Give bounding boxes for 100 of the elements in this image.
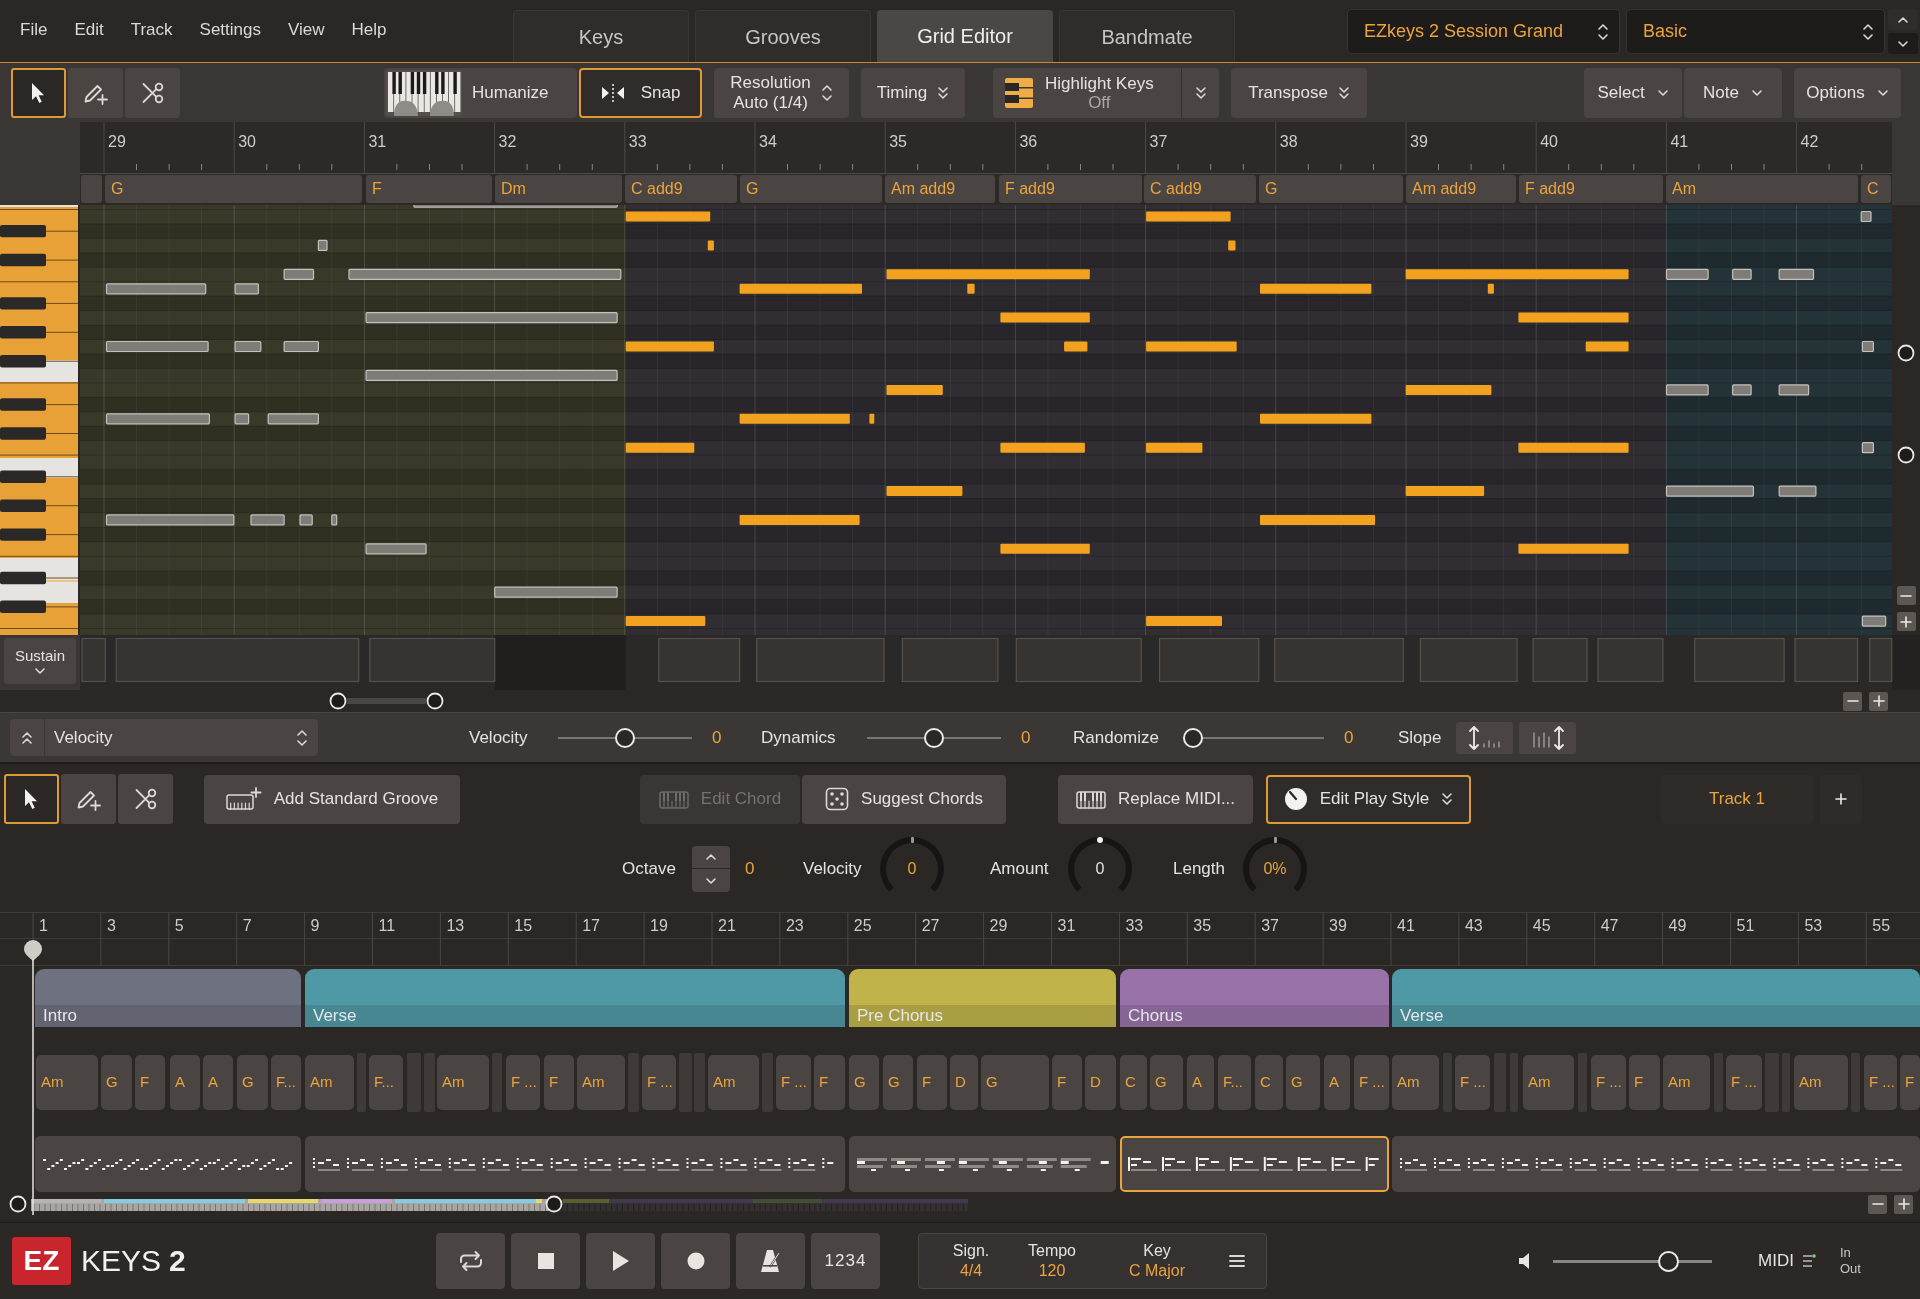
zoom-out-button[interactable] [1868,1194,1887,1214]
scroll-handle[interactable] [426,692,444,710]
chord-block[interactable]: C [1255,1055,1283,1110]
record-button[interactable] [661,1233,730,1289]
chord-block[interactable]: G [981,1055,1049,1110]
menu-button[interactable]: Options [1794,67,1901,118]
slope-button[interactable] [1456,721,1513,754]
chord-block[interactable]: G [883,1055,913,1110]
zoom-out-button[interactable] [1843,691,1862,711]
suggest-chords-button[interactable]: Suggest Chords [802,774,1006,824]
collapse-lane-button[interactable] [10,719,45,756]
chord-block[interactable]: Am [1794,1055,1848,1110]
chord-block[interactable]: F ... [642,1055,676,1110]
draw-tool-button[interactable] [68,67,123,118]
groove-block[interactable] [305,1136,845,1192]
edit-play-style-button[interactable]: Edit Play Style [1266,774,1471,824]
slider-thumb[interactable] [924,727,944,748]
chord-label[interactable]: C [1861,175,1891,203]
preset-dropdown[interactable]: Basic [1626,9,1885,54]
chord-block[interactable]: F... [369,1055,403,1110]
previous-preset-button[interactable] [1888,9,1918,30]
preset-dropdown[interactable]: EZkeys 2 Session Grand [1347,9,1620,54]
zoom-in-button[interactable] [1894,1194,1913,1214]
chord-block[interactable]: Am [36,1055,98,1110]
menu-item[interactable]: Help [351,20,387,40]
song-section[interactable]: Intro [35,969,301,1027]
octave-up-button[interactable] [692,846,730,869]
snap-button[interactable]: Snap [579,67,702,118]
loop-button[interactable] [436,1233,505,1289]
chord-block[interactable]: G [1150,1055,1183,1110]
chord-block[interactable]: A [170,1055,200,1110]
chord-block[interactable]: D [950,1055,978,1110]
chord-block[interactable]: F ... [1455,1055,1490,1110]
chord-block[interactable]: A [1187,1055,1214,1110]
chord-block[interactable]: F [917,1055,947,1110]
add-groove-button[interactable]: Add Standard Groove [204,774,460,824]
transpose-button[interactable]: Transpose [1231,67,1367,118]
track-selector[interactable]: Track 1 [1661,774,1813,824]
chord-block[interactable]: Am [1392,1055,1439,1110]
menu-item[interactable]: Settings [199,20,261,40]
chord-block[interactable]: F ... [1864,1055,1897,1110]
zoom-in-button[interactable] [1869,691,1888,711]
chord-label[interactable]: F add9 [1519,175,1663,203]
chord-block[interactable]: G [1286,1055,1320,1110]
chord-block[interactable]: Am [1663,1055,1710,1110]
chord-label[interactable]: G [105,175,362,203]
chord-block[interactable]: F [1052,1055,1082,1110]
chord-block[interactable]: F... [271,1055,301,1110]
chord-block[interactable]: F [814,1055,845,1110]
menu-button[interactable]: Note [1684,67,1782,118]
stop-button[interactable] [511,1233,580,1289]
chord-block[interactable]: Am [437,1055,489,1110]
highlight-keys-menu-button[interactable] [1181,67,1219,118]
replace-midi-button[interactable]: Replace MIDI... [1058,774,1253,824]
chord-block[interactable]: A [203,1055,233,1110]
chord-label[interactable]: G [740,175,882,203]
menu-item[interactable]: Track [130,20,173,40]
chord-label[interactable]: Dm [495,175,622,203]
slope-button[interactable] [1519,721,1576,754]
zoom-in-button[interactable] [1896,612,1916,631]
chord-label[interactable]: C add9 [1144,175,1256,203]
groove-block[interactable] [1120,1136,1389,1192]
chord-block[interactable]: Am [305,1055,354,1110]
chord-label[interactable]: Am add9 [885,175,995,203]
octave-down-button[interactable] [692,869,730,892]
chord-block[interactable]: G [237,1055,268,1110]
chord-label[interactable]: Am add9 [1406,175,1516,203]
menu-item[interactable]: Edit [74,20,104,40]
scroll-handle[interactable] [1897,344,1915,362]
chord-block[interactable]: G [101,1055,132,1110]
slider-thumb[interactable] [615,727,635,748]
tab[interactable]: Keys [513,10,689,62]
chord-block[interactable]: F... [1218,1055,1251,1110]
chord-block[interactable]: F ... [1726,1055,1762,1110]
chord-block[interactable]: C [1120,1055,1147,1110]
tab[interactable]: Grid Editor [877,10,1053,62]
chord-label[interactable]: F [366,175,492,203]
chord-block[interactable]: F [135,1055,165,1110]
groove-block[interactable] [35,1136,301,1192]
chord-block[interactable]: Am [1523,1055,1574,1110]
chord-block[interactable]: F [1900,1055,1920,1110]
resolution-dropdown[interactable]: Resolution Auto (1/4) [714,67,849,118]
chord-label[interactable]: G [1259,175,1403,203]
humanize-button[interactable]: Humanize [384,67,577,118]
cut-tool-button[interactable] [118,774,173,824]
menu-item[interactable]: View [288,20,325,40]
metronome-button[interactable] [736,1233,805,1289]
song-section[interactable]: Chorus [1120,969,1389,1027]
song-section[interactable]: Verse [1392,969,1920,1027]
chord-label[interactable]: Am [1666,175,1858,203]
highlight-keys-button[interactable]: Highlight Keys Off [993,67,1181,118]
chord-block[interactable]: F ... [1354,1055,1389,1110]
volume-slider-thumb[interactable] [1657,1250,1679,1272]
chord-block[interactable]: F ... [1591,1055,1626,1110]
chord-block[interactable]: D [1085,1055,1116,1110]
chord-block[interactable]: A [1324,1055,1350,1110]
scrollbar-thumb[interactable] [347,698,426,704]
slider-thumb[interactable] [1183,727,1203,748]
chord-block[interactable]: F [1629,1055,1660,1110]
next-preset-button[interactable] [1888,33,1918,54]
